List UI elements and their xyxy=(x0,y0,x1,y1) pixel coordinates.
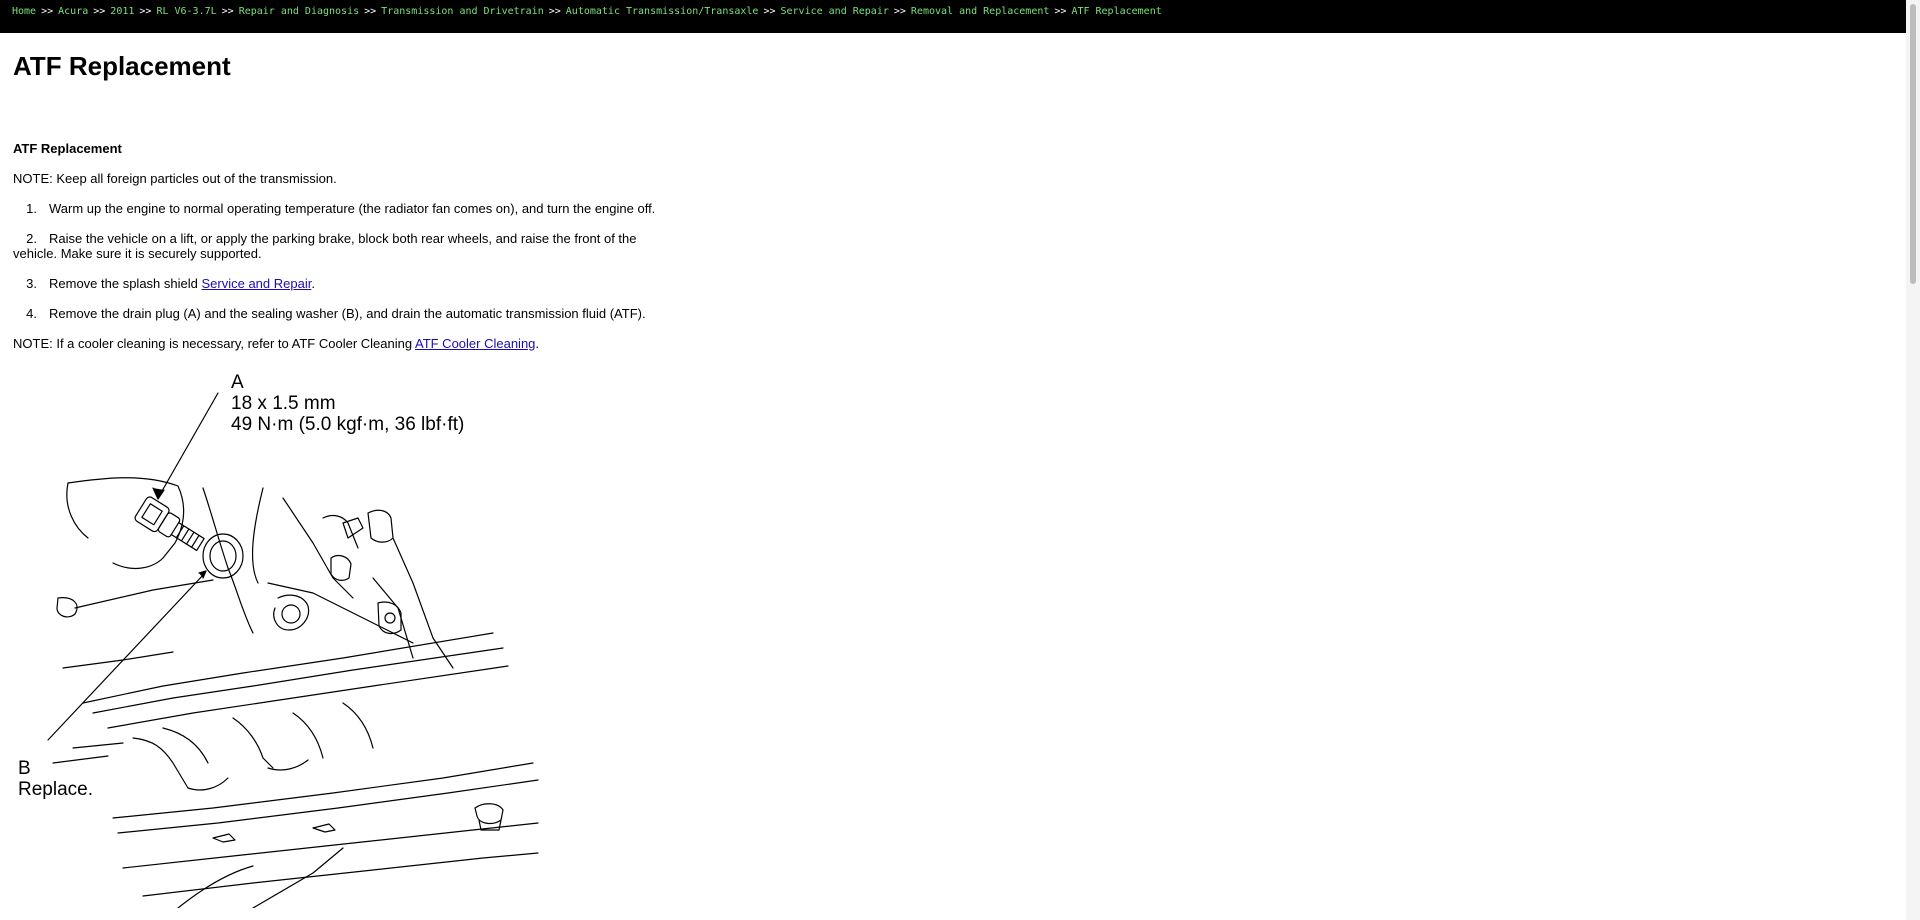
breadcrumb-separator: >> xyxy=(221,6,234,17)
step-2: 2. Raise the vehicle on a lift, or apply … xyxy=(13,231,653,261)
breadcrumb-current: ATF Replacement xyxy=(1071,6,1162,17)
note-cooler-cleaning: NOTE: If a cooler cleaning is necessary,… xyxy=(13,336,539,351)
section-title: ATF Replacement xyxy=(13,141,122,156)
main-content: ATF Replacement ATF Replacement NOTE: Ke… xyxy=(13,33,693,908)
breadcrumb-service-repair[interactable]: Service and Repair xyxy=(780,6,888,17)
page: Home >> Acura >> 2011 >> RL V6-3.7L >> Repair an… xyxy=(0,0,1920,920)
label-replace: Replace. xyxy=(18,779,93,800)
breadcrumb-separator: >> xyxy=(1054,6,1067,17)
note-text-end: . xyxy=(535,336,540,351)
step-text-continued: vehicle. Make sure it is securely suppor… xyxy=(13,246,262,261)
spec-torque: 49 N·m (5.0 kgf·m, 36 lbf·ft) xyxy=(231,414,464,435)
page-title: ATF Replacement xyxy=(13,51,231,81)
spec-thread-size: 18 x 1.5 mm xyxy=(231,393,336,414)
drain-plug-illustration: A 18 x 1.5 mm 49 N·m (5.0 kgf·m, 36 lbf·… xyxy=(18,372,539,908)
step-4: 4. Remove the drain plug (A) and the seal… xyxy=(13,306,646,321)
step-3: 3. Remove the splash shield Service and R… xyxy=(13,276,315,291)
breadcrumb-acura[interactable]: Acura xyxy=(58,6,88,17)
breadcrumb-removal-replacement[interactable]: Removal and Replacement xyxy=(911,6,1049,17)
step-text: Remove the drain plug (A) and the sealin… xyxy=(49,306,646,321)
step-number: 2. xyxy=(26,231,37,246)
breadcrumb-separator: >> xyxy=(763,6,776,17)
breadcrumb-year[interactable]: 2011 xyxy=(110,6,134,17)
breadcrumb-separator: >> xyxy=(364,6,377,17)
label-a: A xyxy=(231,372,244,393)
step-text: Raise the vehicle on a lift, or apply th… xyxy=(49,231,637,246)
note-foreign-particles: NOTE: Keep all foreign particles out of … xyxy=(13,171,337,186)
breadcrumb-model[interactable]: RL V6-3.7L xyxy=(156,6,216,17)
link-atf-cooler-cleaning[interactable]: ATF Cooler Cleaning xyxy=(415,336,535,351)
breadcrumb-transmission-drivetrain[interactable]: Transmission and Drivetrain xyxy=(381,6,544,17)
breadcrumb-home[interactable]: Home xyxy=(12,6,36,17)
link-service-and-repair[interactable]: Service and Repair xyxy=(201,276,311,291)
step-text-end: . xyxy=(311,276,315,291)
step-text: Warm up the engine to normal operating t… xyxy=(49,201,656,216)
step-text: Remove the splash shield xyxy=(49,276,202,291)
step-1: 1. Warm up the engine to normal operating… xyxy=(13,201,655,216)
breadcrumb-separator: >> xyxy=(893,6,906,17)
note-text: NOTE: If a cooler cleaning is necessary,… xyxy=(13,336,415,351)
breadcrumb-automatic-transmission[interactable]: Automatic Transmission/Transaxle xyxy=(566,6,759,17)
breadcrumb-separator: >> xyxy=(93,6,106,17)
breadcrumb: Home >> Acura >> 2011 >> RL V6-3.7L >> Repair an… xyxy=(0,0,1920,33)
vertical-scrollbar[interactable] xyxy=(1906,0,1920,920)
breadcrumb-separator: >> xyxy=(41,6,54,17)
step-number: 4. xyxy=(26,306,37,321)
breadcrumb-separator: >> xyxy=(139,6,152,17)
step-number: 3. xyxy=(26,276,37,291)
breadcrumb-repair-diagnosis[interactable]: Repair and Diagnosis xyxy=(239,6,359,17)
scrollbar-thumb[interactable] xyxy=(1910,4,1916,284)
label-b: B xyxy=(18,758,31,779)
step-number: 1. xyxy=(26,201,37,216)
breadcrumb-separator: >> xyxy=(548,6,561,17)
